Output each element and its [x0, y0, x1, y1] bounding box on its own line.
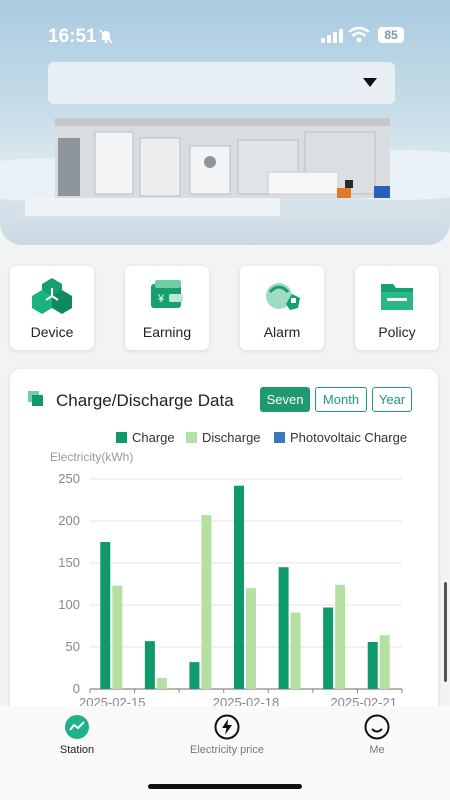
- alarm-card[interactable]: Alarm: [240, 266, 324, 350]
- tab-me[interactable]: Me: [352, 714, 402, 756]
- charge-discharge-chart: Electricity(kWh)0501001502002502025-02-1…: [50, 450, 403, 710]
- policy-card-label: Policy: [378, 324, 416, 340]
- bar-discharge: [246, 588, 256, 689]
- bar-charge: [100, 542, 111, 689]
- bar-charge: [144, 641, 155, 689]
- legend-photovoltaic-swatch: [274, 432, 285, 443]
- policy-card[interactable]: Policy: [355, 266, 439, 350]
- bar-charge: [323, 607, 334, 689]
- home-indicator: [148, 784, 302, 789]
- status-time: 16:51: [48, 26, 97, 47]
- station-icon: [65, 715, 89, 739]
- earning-card[interactable]: ¥ Earning: [125, 266, 209, 350]
- bar-charge: [234, 485, 244, 689]
- legend-charge-swatch: [116, 432, 127, 443]
- legend-discharge-label: Discharge: [202, 430, 261, 445]
- bar-discharge: [379, 635, 390, 689]
- policy-icon: [381, 284, 413, 310]
- chart-title: Charge/Discharge Data: [56, 391, 234, 410]
- y-tick-label: 0: [73, 681, 80, 696]
- y-axis-label: Electricity(kWh): [50, 450, 133, 464]
- legend-discharge-swatch: [186, 432, 197, 443]
- y-tick-label: 150: [58, 555, 80, 570]
- legend-discharge[interactable]: Discharge: [186, 430, 261, 446]
- bar-discharge: [112, 585, 123, 689]
- legend-charge-label: Charge: [132, 430, 175, 445]
- bar-charge: [278, 567, 289, 689]
- charge-discharge-panel: Charge/Discharge Data Seven Month Year C…: [10, 369, 438, 729]
- y-tick-label: 100: [58, 597, 80, 612]
- device-icon: [32, 278, 72, 314]
- hero-banner: 16:51 85: [0, 0, 450, 245]
- bar-charge: [367, 641, 378, 689]
- range-year-button[interactable]: Year: [372, 387, 412, 412]
- cellular-signal-icon: [321, 29, 343, 43]
- dropdown-caret-icon: [363, 78, 377, 87]
- tab-electricity-price[interactable]: Electricity price: [167, 714, 287, 756]
- range-month-button[interactable]: Month: [315, 387, 367, 412]
- bar-discharge: [290, 612, 301, 689]
- tab-electricity-price-label: Electricity price: [190, 744, 264, 756]
- station-selector[interactable]: [48, 62, 395, 104]
- tab-station-label: Station: [59, 744, 95, 756]
- y-tick-label: 200: [58, 513, 80, 528]
- svg-text:¥: ¥: [157, 293, 165, 305]
- scroll-indicator: [444, 582, 447, 682]
- tab-station[interactable]: Station: [42, 714, 112, 756]
- range-seven-button[interactable]: Seven: [260, 387, 310, 412]
- earning-card-label: Earning: [142, 324, 192, 340]
- alarm-icon: [266, 283, 300, 310]
- bar-charge: [189, 662, 200, 689]
- legend-charge[interactable]: Charge: [116, 430, 175, 446]
- y-tick-label: 50: [66, 639, 80, 654]
- device-card[interactable]: Device: [10, 266, 94, 350]
- status-bar: 16:51 85: [0, 24, 450, 50]
- alarm-card-label: Alarm: [263, 324, 301, 340]
- bell-muted-icon: [99, 29, 113, 44]
- bar-discharge: [156, 678, 167, 689]
- legend-photovoltaic[interactable]: Photovoltaic Charge: [274, 430, 407, 446]
- smiley-icon: [364, 714, 390, 740]
- energy-storage-illustration: [0, 118, 450, 220]
- wifi-icon: [348, 27, 370, 43]
- earning-icon: ¥: [151, 280, 183, 308]
- device-card-label: Device: [30, 324, 74, 340]
- bar-discharge: [201, 515, 212, 689]
- chart-title-icon: [28, 391, 43, 406]
- lightning-icon: [214, 714, 240, 740]
- tab-me-label: Me: [369, 744, 385, 756]
- legend-photovoltaic-label: Photovoltaic Charge: [290, 430, 408, 445]
- battery-indicator: 85: [378, 27, 404, 43]
- bar-discharge: [335, 584, 346, 689]
- y-tick-label: 250: [58, 471, 80, 486]
